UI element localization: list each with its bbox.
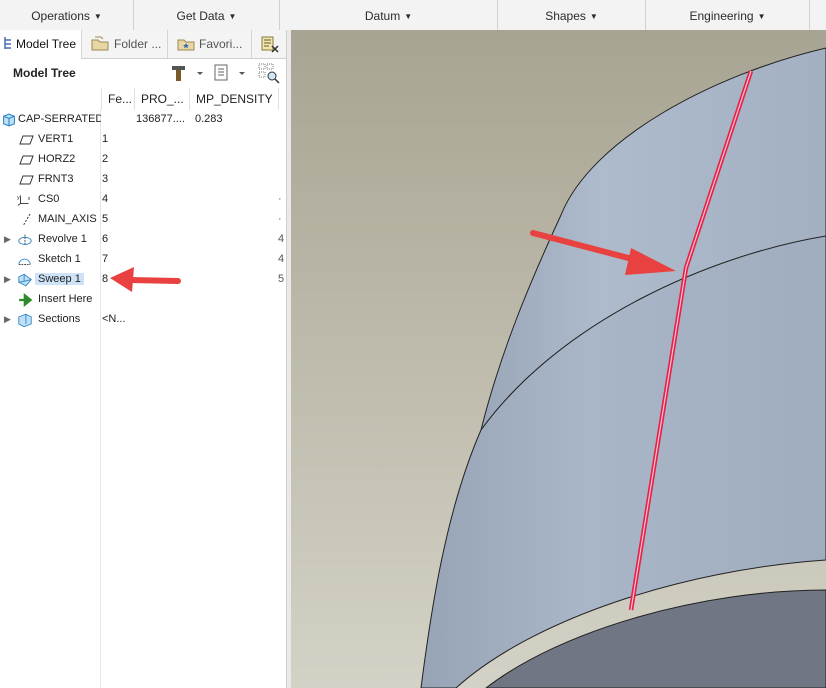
tab-model-tree[interactable]: Model Tree <box>0 30 82 59</box>
truncated-value: · <box>278 213 282 225</box>
truncated-value: 4 <box>278 253 285 265</box>
part-model-view[interactable] <box>291 30 826 688</box>
tab-label: Favori... <box>199 37 243 51</box>
expand-arrow-icon[interactable]: ▶ <box>4 314 11 325</box>
coordinate-system-icon: xy <box>17 195 31 206</box>
model-tree: CAP-SERRATED.F 136877.... 0.283 VERT1 1 … <box>0 110 286 688</box>
insert-arrow-icon <box>19 293 33 307</box>
tree-filter-icon[interactable] <box>257 62 281 84</box>
tab-label: Folder ... <box>114 37 162 51</box>
caret-down-icon: ▼ <box>589 12 598 21</box>
graphics-viewport[interactable] <box>291 30 826 688</box>
datum-axis-icon <box>22 213 31 227</box>
ribbon-group-datum[interactable]: Datum ▼ <box>280 0 498 30</box>
ribbon-group-get-data[interactable]: Get Data ▼ <box>134 0 280 30</box>
model-tree-title: Model Tree <box>13 66 76 80</box>
density-value: 0.283 <box>195 113 223 125</box>
tree-item-label: Revolve 1 <box>38 233 87 245</box>
feature-number: 5 <box>102 213 109 225</box>
navigator-tabs: Model Tree Folder ... Favori... <box>0 30 286 59</box>
column-feature-id[interactable]: Fe... <box>101 88 134 110</box>
svg-text:y: y <box>17 195 20 201</box>
tree-item-label: HORZ2 <box>38 153 76 165</box>
pro-mp-value: 136877.... <box>136 113 185 125</box>
tree-item-horz2[interactable]: HORZ2 2 <box>0 150 286 170</box>
tree-item-label: Insert Here <box>38 293 93 305</box>
ribbon-group-engineering[interactable]: Engineering ▼ <box>646 0 810 30</box>
tab-favorites[interactable]: Favori... <box>168 30 252 58</box>
caret-down-icon: ▼ <box>228 12 237 21</box>
tree-item-label: VERT1 <box>38 133 74 145</box>
tree-item-main-axis[interactable]: MAIN_AXIS 5 · <box>0 210 286 230</box>
truncated-value: 4 <box>278 233 285 245</box>
tree-item-vert1[interactable]: VERT1 1 <box>0 130 286 150</box>
feature-number: 3 <box>102 173 109 185</box>
tree-item-sections[interactable]: ▶ Sections <N... <box>0 310 286 330</box>
tab-label: Model Tree <box>16 37 77 51</box>
feature-number: 6 <box>102 233 109 245</box>
tree-item-label: Sweep 1 <box>35 273 84 285</box>
ribbon-group-label: Engineering <box>689 9 754 23</box>
model-tree-icon <box>4 37 11 49</box>
caret-down-icon: ▼ <box>757 12 766 21</box>
folder-icon <box>91 36 109 51</box>
ribbon-group-label: Datum <box>364 9 401 23</box>
column-mp-density[interactable]: MP_DENSITY <box>189 88 278 110</box>
revolve-icon <box>18 234 32 246</box>
ribbon-group-label: Operations <box>31 9 90 23</box>
truncated-value: 5 <box>278 273 285 285</box>
tree-item-label: CS0 <box>38 193 60 205</box>
tab-layer-tree[interactable] <box>252 30 286 58</box>
sweep-icon <box>18 273 32 287</box>
annotation-arrow-left <box>110 267 181 292</box>
caret-down-icon: ▼ <box>404 12 413 21</box>
tree-item-label: Sketch 1 <box>38 253 81 265</box>
ribbon-group-label: Shapes <box>545 9 586 23</box>
ribbon-group-shapes[interactable]: Shapes ▼ <box>498 0 646 30</box>
settings-dropdown-icon[interactable] <box>170 62 206 84</box>
feature-number: 2 <box>102 153 109 165</box>
tree-root-row[interactable]: CAP-SERRATED.F 136877.... 0.283 <box>0 110 286 130</box>
tree-item-revolve-1[interactable]: ▶ Revolve 1 6 4 <box>0 230 286 250</box>
feature-number: <N... <box>102 313 126 325</box>
expand-arrow-icon[interactable]: ▶ <box>4 234 11 245</box>
part-icon <box>3 113 15 127</box>
ribbon-group-bar: Operations ▼ Get Data ▼ Datum ▼ Shapes ▼ Eng… <box>0 0 826 31</box>
truncated-value: · <box>278 193 282 205</box>
tree-item-label: MAIN_AXIS <box>38 213 97 225</box>
tree-item-label: FRNT3 <box>38 173 74 185</box>
datum-plane-icon <box>19 155 34 165</box>
sketch-icon <box>18 258 31 265</box>
datum-plane-icon <box>19 135 34 145</box>
tree-column-headers: Fe... PRO_... MP_DENSITY <box>0 88 286 111</box>
show-dropdown-icon[interactable] <box>212 62 248 84</box>
section-icon <box>18 313 32 327</box>
datum-plane-icon <box>19 175 34 185</box>
column-extra[interactable] <box>278 88 286 110</box>
favorites-icon <box>177 39 195 51</box>
expand-arrow-icon[interactable]: ▶ <box>4 274 11 285</box>
tree-item-label: Sections <box>38 313 81 325</box>
column-pro-mp[interactable]: PRO_... <box>134 88 189 110</box>
tab-folder-browser[interactable]: Folder ... <box>82 30 168 58</box>
layers-icon <box>261 36 279 53</box>
tree-item-label: CAP-SERRATED.F <box>18 113 101 125</box>
tree-item-cs0[interactable]: xy CS0 4 · <box>0 190 286 210</box>
ribbon-group-operations[interactable]: Operations ▼ <box>0 0 134 30</box>
model-tree-header: Model Tree <box>0 59 286 87</box>
caret-down-icon: ▼ <box>93 12 102 21</box>
tree-item-frnt3[interactable]: FRNT3 3 <box>0 170 286 190</box>
feature-number: 4 <box>102 193 109 205</box>
ribbon-group-label: Get Data <box>176 9 225 23</box>
svg-text:x: x <box>28 196 31 202</box>
feature-number: 1 <box>102 133 109 145</box>
